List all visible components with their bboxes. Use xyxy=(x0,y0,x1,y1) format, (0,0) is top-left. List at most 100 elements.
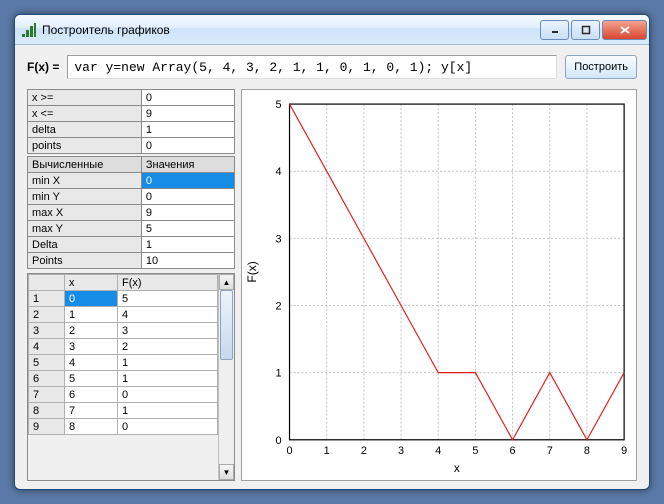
row-index: 7 xyxy=(29,387,65,403)
app-window: Построитель графиков F(x) = Построить x … xyxy=(14,14,650,490)
param-value[interactable]: 1 xyxy=(141,122,234,138)
svg-text:2: 2 xyxy=(276,300,282,312)
row-index: 6 xyxy=(29,371,65,387)
scroll-track[interactable] xyxy=(219,290,234,464)
row-index: 1 xyxy=(29,291,65,307)
svg-text:6: 6 xyxy=(510,445,516,457)
row-fx[interactable]: 4 xyxy=(117,307,217,323)
svg-text:3: 3 xyxy=(276,233,282,245)
table-row[interactable]: 6 5 1 xyxy=(29,371,218,387)
svg-text:4: 4 xyxy=(276,166,282,178)
row-fx[interactable]: 0 xyxy=(117,419,217,435)
computed-value[interactable]: 1 xyxy=(141,237,234,253)
titlebar[interactable]: Построитель графиков xyxy=(15,15,649,45)
svg-text:F(x): F(x) xyxy=(245,261,259,282)
row-x[interactable]: 6 xyxy=(65,387,118,403)
minimize-button[interactable] xyxy=(540,20,569,40)
maximize-icon xyxy=(581,25,591,35)
table-row[interactable]: 7 6 0 xyxy=(29,387,218,403)
row-index: 9 xyxy=(29,419,65,435)
row-fx[interactable]: 3 xyxy=(117,323,217,339)
computed-value[interactable]: 9 xyxy=(141,205,234,221)
row-x[interactable]: 3 xyxy=(65,339,118,355)
data-header-x: x xyxy=(65,275,118,291)
row-x[interactable]: 0 xyxy=(65,291,118,307)
table-row[interactable]: 8 7 1 xyxy=(29,403,218,419)
row-index: 4 xyxy=(29,339,65,355)
computed-value[interactable]: 10 xyxy=(141,253,234,269)
table-row[interactable]: 4 3 2 xyxy=(29,339,218,355)
app-icon xyxy=(21,22,37,38)
svg-text:9: 9 xyxy=(621,445,627,457)
formula-row: F(x) = Построить xyxy=(27,55,637,79)
data-table[interactable]: x F(x) 1 0 52 1 43 2 34 3 xyxy=(28,274,218,435)
row-fx[interactable]: 1 xyxy=(117,355,217,371)
computed-name: min X xyxy=(28,173,142,189)
param-name: points xyxy=(28,138,142,154)
row-x[interactable]: 7 xyxy=(65,403,118,419)
chart-panel: 0123456789012345xF(x) xyxy=(241,89,637,481)
computed-name: max X xyxy=(28,205,142,221)
data-scrollbar[interactable]: ▲ ▼ xyxy=(218,274,234,480)
row-index: 2 xyxy=(29,307,65,323)
computed-value[interactable]: 0 xyxy=(141,189,234,205)
window-title: Построитель графиков xyxy=(42,23,538,37)
param-value[interactable]: 9 xyxy=(141,106,234,122)
row-x[interactable]: 4 xyxy=(65,355,118,371)
svg-text:0: 0 xyxy=(286,445,292,457)
close-icon xyxy=(619,25,631,35)
svg-text:1: 1 xyxy=(276,368,282,380)
param-name: x >= xyxy=(28,90,142,106)
row-index: 8 xyxy=(29,403,65,419)
computed-value[interactable]: 0 xyxy=(141,173,234,189)
computed-name: min Y xyxy=(28,189,142,205)
data-header-fx: F(x) xyxy=(117,275,217,291)
row-fx[interactable]: 2 xyxy=(117,339,217,355)
computed-name: Points xyxy=(28,253,142,269)
svg-text:8: 8 xyxy=(584,445,590,457)
svg-text:2: 2 xyxy=(361,445,367,457)
table-row[interactable]: 1 0 5 xyxy=(29,291,218,307)
row-index: 5 xyxy=(29,355,65,371)
data-header-idx xyxy=(29,275,65,291)
row-x[interactable]: 8 xyxy=(65,419,118,435)
chart: 0123456789012345xF(x) xyxy=(242,90,636,480)
formula-input[interactable] xyxy=(67,55,557,79)
svg-text:5: 5 xyxy=(276,99,282,111)
computed-header-right: Значения xyxy=(141,157,234,173)
maximize-button[interactable] xyxy=(571,20,600,40)
computed-value[interactable]: 5 xyxy=(141,221,234,237)
svg-text:7: 7 xyxy=(547,445,553,457)
table-row[interactable]: 2 1 4 xyxy=(29,307,218,323)
table-row[interactable]: 9 8 0 xyxy=(29,419,218,435)
scroll-thumb[interactable] xyxy=(220,290,233,360)
svg-text:1: 1 xyxy=(324,445,330,457)
svg-text:5: 5 xyxy=(472,445,478,457)
svg-text:4: 4 xyxy=(435,445,441,457)
row-x[interactable]: 5 xyxy=(65,371,118,387)
minimize-icon xyxy=(550,25,560,35)
param-name: x <= xyxy=(28,106,142,122)
computed-name: Delta xyxy=(28,237,142,253)
row-index: 3 xyxy=(29,323,65,339)
build-button[interactable]: Построить xyxy=(565,55,637,79)
computed-table: Вычисленные Значения min X 0min Y 0max X… xyxy=(27,156,235,269)
left-panel: x >= 0x <= 9delta 1points 0 Вычисленные … xyxy=(27,89,235,481)
param-name: delta xyxy=(28,122,142,138)
scroll-down-icon[interactable]: ▼ xyxy=(219,464,234,480)
computed-header-left: Вычисленные xyxy=(28,157,142,173)
row-fx[interactable]: 0 xyxy=(117,387,217,403)
row-fx[interactable]: 1 xyxy=(117,403,217,419)
svg-text:3: 3 xyxy=(398,445,404,457)
row-fx[interactable]: 5 xyxy=(117,291,217,307)
table-row[interactable]: 5 4 1 xyxy=(29,355,218,371)
formula-label: F(x) = xyxy=(27,60,59,74)
row-x[interactable]: 1 xyxy=(65,307,118,323)
close-button[interactable] xyxy=(602,20,647,40)
row-fx[interactable]: 1 xyxy=(117,371,217,387)
row-x[interactable]: 2 xyxy=(65,323,118,339)
scroll-up-icon[interactable]: ▲ xyxy=(219,274,234,290)
param-value[interactable]: 0 xyxy=(141,90,234,106)
param-value[interactable]: 0 xyxy=(141,138,234,154)
table-row[interactable]: 3 2 3 xyxy=(29,323,218,339)
